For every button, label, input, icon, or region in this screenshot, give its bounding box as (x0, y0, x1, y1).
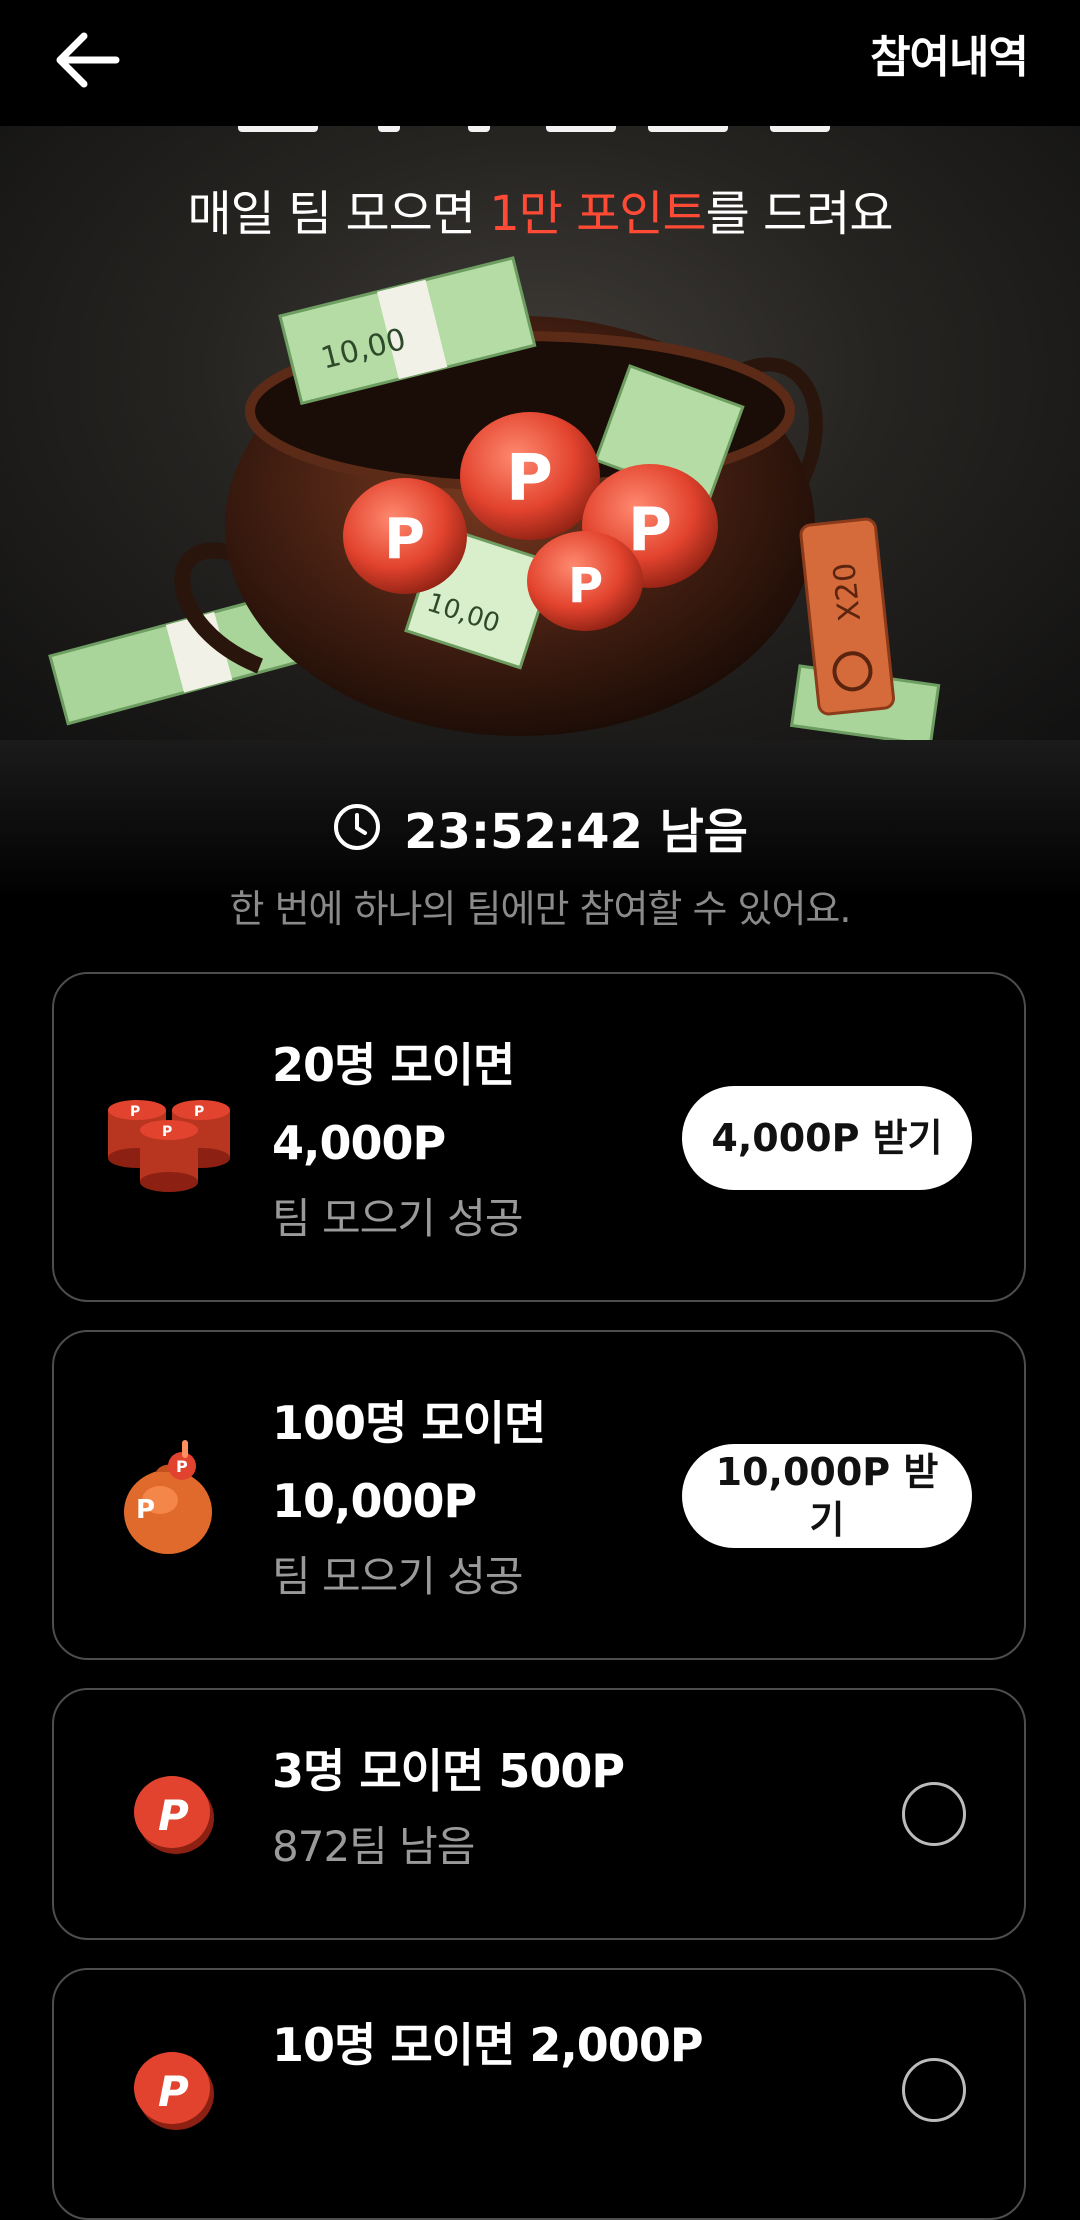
timer-section: 23:52:42 남음 한 번에 하나의 팀에만 참여할 수 있어요. (0, 740, 1080, 940)
claim-10000-button[interactable]: 10,000P 받기 (682, 1444, 972, 1548)
card-status: 팀 모으기 성공 (272, 1552, 524, 1601)
coin-stack-icon: P P P (108, 1100, 230, 1192)
card-title: 3명 모이면 500P (272, 1744, 625, 1798)
card-title: 100명 모이면 (272, 1396, 546, 1450)
card-text: 100명 모이면 10,000P 팀 모으기 성공 (272, 1384, 546, 1614)
point-coin-icon: P (134, 1776, 214, 1854)
team-card-10[interactable]: P 10명 모이면 2,000P (52, 1968, 1026, 2220)
card-status: 872팀 남음 (272, 1822, 475, 1871)
reward-card-100[interactable]: P P 100명 모이면 10,000P 팀 모으기 성공 10,000P 받기 (52, 1330, 1026, 1660)
svg-text:P: P (628, 495, 672, 565)
clock-icon (334, 804, 381, 850)
reward-card-20[interactable]: P P P 20명 모이면 4,000P 팀 모으기 성공 4,000P 받기 (52, 972, 1026, 1302)
participation-notice: 한 번에 하나의 팀에만 참여할 수 있어요. (229, 887, 852, 931)
point-bag-icon: P P (124, 1440, 212, 1554)
arrow-left-icon[interactable] (52, 28, 124, 92)
card-title: 20명 모이면 (272, 1038, 515, 1092)
card-text: 20명 모이면 4,000P 팀 모으기 성공 (272, 1026, 524, 1256)
cut-off-headline (230, 126, 840, 140)
svg-text:P: P (384, 507, 425, 572)
card-amount: 4,000P (272, 1116, 446, 1170)
svg-text:P: P (136, 1495, 155, 1525)
svg-text:P: P (158, 1791, 189, 1840)
svg-text:P: P (176, 1457, 188, 1476)
countdown-timer: 23:52:42 남음 (0, 792, 1080, 862)
point-coin-icon: P (134, 2052, 214, 2130)
svg-text:P: P (568, 558, 603, 614)
card-title: 10명 모이면 2,000P (272, 2018, 704, 2072)
participation-history-link[interactable]: 참여내역 (870, 28, 1029, 88)
svg-text:P: P (158, 2067, 189, 2116)
hero-banner: 매일 팀 모으면 1만 포인트를 드려요 10,00 10,00 P P P P… (0, 126, 1080, 740)
team-card-3[interactable]: P 3명 모이면 500P 872팀 남음 (52, 1688, 1026, 1940)
pot-of-points-icon: 10,00 10,00 P P P P X20 (48, 256, 941, 740)
svg-text:P: P (130, 1104, 140, 1120)
top-bar: 참여내역 (0, 0, 1080, 126)
select-radio[interactable] (902, 2058, 966, 2122)
svg-text:P: P (506, 442, 553, 516)
svg-text:P: P (162, 1124, 172, 1140)
svg-text:X20: X20 (827, 561, 868, 623)
svg-text:P: P (194, 1104, 204, 1120)
card-text: 3명 모이면 500P 872팀 남음 (272, 1732, 625, 1884)
hero-subtitle: 매일 팀 모으면 1만 포인트를 드려요 (187, 186, 893, 242)
claim-4000-button[interactable]: 4,000P 받기 (682, 1086, 972, 1190)
card-amount: 10,000P (272, 1474, 477, 1528)
countdown-text: 23:52:42 남음 (404, 804, 748, 860)
card-text: 10명 모이면 2,000P (272, 2006, 704, 2084)
select-radio[interactable] (902, 1782, 966, 1846)
card-status: 팀 모으기 성공 (272, 1194, 524, 1243)
